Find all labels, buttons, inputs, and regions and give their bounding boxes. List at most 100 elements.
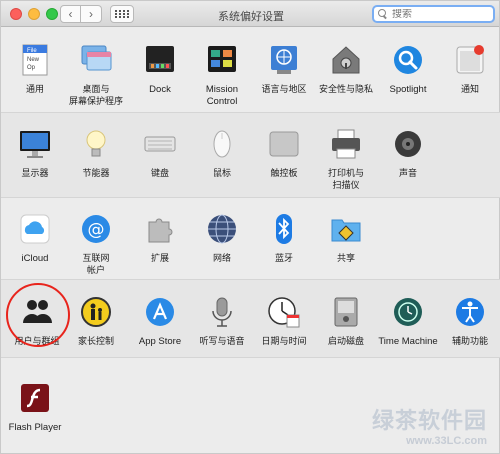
mission-control-icon: [208, 46, 236, 72]
pref-label: 网络: [212, 254, 231, 264]
pref-label: 互联网 帐户: [82, 254, 110, 276]
pref-app-store[interactable]: App Store: [129, 295, 191, 348]
pref-label: 节能器: [82, 169, 110, 179]
pref-label: 显示器: [21, 169, 49, 179]
security-privacy-icon: [332, 46, 360, 74]
general-icon: File New Op: [22, 44, 48, 76]
pref-label: 日期与时间: [261, 337, 307, 347]
pref-accessibility[interactable]: 辅助功能: [439, 295, 500, 348]
dictation-speech-icon: [212, 297, 232, 327]
pref-sound[interactable]: 声音: [377, 127, 439, 180]
date-time-icon: [268, 297, 300, 328]
pref-internet-accounts[interactable]: @ 互联网 帐户: [65, 212, 127, 277]
pref-label: Dock: [149, 84, 171, 95]
pref-desktop[interactable]: 桌面与 屏幕保护程序: [65, 43, 127, 108]
pref-startup-disk[interactable]: 启动磁盘: [315, 295, 377, 348]
keyboard-icon: [144, 136, 176, 152]
extensions-icon: [148, 218, 173, 243]
search-field[interactable]: [372, 5, 495, 23]
pref-label: 鼠标: [212, 169, 231, 179]
pref-spotlight[interactable]: Spotlight: [377, 43, 439, 96]
pref-label: 蓝牙: [274, 254, 293, 264]
pref-label: 辅助功能: [451, 337, 488, 347]
sound-icon: [395, 131, 421, 157]
bluetooth-icon: [276, 214, 292, 244]
pref-label: Mission Control: [205, 84, 239, 107]
network-icon: [208, 214, 236, 244]
pref-label: 安全性与隐私: [318, 85, 373, 95]
pref-energy-saver[interactable]: 节能器: [65, 127, 127, 180]
app-store-icon: [146, 298, 174, 326]
time-machine-icon: [394, 298, 422, 326]
system-preferences-window: ‹ › 系统偏好设置 File New Op 通用: [0, 0, 500, 454]
pref-keyboard[interactable]: 键盘: [129, 127, 191, 180]
svg-text:Op: Op: [27, 65, 36, 71]
pref-parental-controls[interactable]: 家长控制: [65, 295, 127, 348]
divider: [1, 197, 500, 198]
pref-trackpad[interactable]: 触控板: [253, 127, 315, 180]
pref-label: Time Machine: [378, 336, 438, 347]
pref-extensions[interactable]: 扩展: [129, 212, 191, 265]
watermark-brand: 绿茶软件园: [371, 409, 487, 434]
pref-label: 语言与地区: [261, 85, 307, 95]
spotlight-icon: [394, 46, 422, 74]
pref-network[interactable]: 网络: [191, 212, 253, 265]
pref-label: 共享: [336, 254, 355, 264]
svg-text:File: File: [27, 48, 37, 54]
trackpad-icon: [269, 131, 299, 157]
watermark: 绿茶软件园 www.33LC.com: [372, 403, 487, 447]
pref-label: Flash Player: [8, 422, 62, 433]
mouse-icon: [213, 130, 231, 158]
pref-mission-control[interactable]: Mission Control: [191, 43, 253, 108]
pref-label: 通用: [25, 85, 44, 95]
pref-bluetooth[interactable]: 蓝牙: [253, 212, 315, 265]
pref-label: 听写与语音: [199, 337, 245, 347]
pref-label: 打印机与 扫描仪: [327, 169, 364, 191]
notifications-icon: [456, 45, 484, 74]
pref-notifications[interactable]: 通知: [439, 43, 500, 96]
pref-label: 触控板: [270, 169, 298, 179]
pref-sharing[interactable]: 共享: [315, 212, 377, 265]
desktop-screensaver-icon: [81, 45, 112, 71]
search-input[interactable]: [392, 8, 482, 20]
displays-icon: [20, 131, 50, 158]
pref-displays[interactable]: 显示器: [4, 127, 66, 180]
pref-security[interactable]: 安全性与隐私: [315, 43, 377, 96]
pref-time-machine[interactable]: Time Machine: [377, 295, 439, 348]
startup-disk-icon: [334, 297, 358, 327]
pref-icloud[interactable]: iCloud: [4, 212, 66, 265]
accessibility-icon: [456, 298, 484, 326]
dock-icon: [146, 46, 174, 72]
watermark-url: www.33LC.com: [406, 435, 487, 447]
pref-general[interactable]: File New Op 通用: [4, 43, 66, 96]
pref-label: 桌面与 屏幕保护程序: [68, 85, 123, 107]
highlight-circle: [6, 283, 70, 347]
pref-label: Spotlight: [389, 84, 427, 95]
pref-date-time[interactable]: 日期与时间: [253, 295, 315, 348]
printers-scanners-icon: [332, 129, 360, 159]
pref-label: App Store: [138, 336, 182, 347]
pref-flash-player[interactable]: Flash Player: [4, 381, 66, 434]
pref-label: 声音: [398, 169, 417, 179]
pref-label: 键盘: [150, 169, 169, 179]
internet-accounts-icon: @: [82, 215, 110, 243]
language-region-icon: [271, 46, 297, 74]
pref-label: 启动磁盘: [327, 337, 364, 347]
pref-label: 家长控制: [77, 337, 114, 347]
parental-controls-icon: [81, 297, 111, 327]
svg-text:@: @: [88, 220, 105, 240]
pref-language-region[interactable]: 语言与地区: [253, 43, 315, 96]
svg-text:New: New: [27, 57, 40, 63]
pref-label: 扩展: [150, 254, 169, 264]
search-icon: [378, 9, 388, 19]
title-bar: ‹ › 系统偏好设置: [1, 1, 499, 27]
sharing-icon: [331, 219, 361, 242]
pref-dictation[interactable]: 听写与语音: [191, 295, 253, 348]
pref-label: 通知: [460, 85, 479, 95]
pref-dock[interactable]: Dock: [129, 43, 191, 96]
flash-player-icon: [21, 384, 49, 412]
pref-printers[interactable]: 打印机与 扫描仪: [315, 127, 377, 192]
pref-mouse[interactable]: 鼠标: [191, 127, 253, 180]
divider: [1, 357, 500, 358]
energy-saver-icon: [86, 130, 106, 157]
